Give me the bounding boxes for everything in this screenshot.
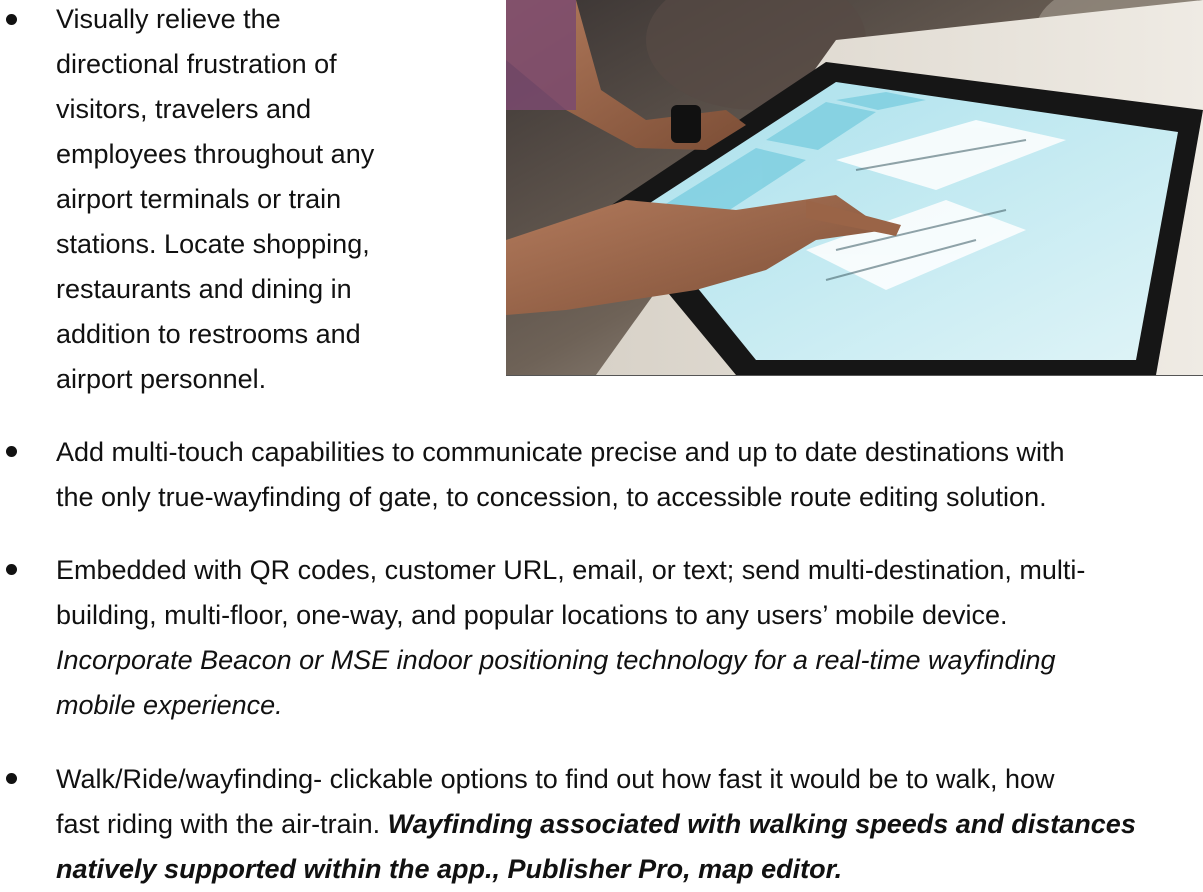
bullet-icon <box>6 446 17 457</box>
text-line: Visually relieve the <box>56 4 281 34</box>
text-line: visitors, travelers and <box>56 94 312 124</box>
bullet-text: Embedded with QR codes, customer URL, em… <box>56 548 1085 728</box>
text-line: employees throughout any <box>56 139 375 169</box>
bullet-icon <box>6 14 17 25</box>
italic-text-line: mobile experience. <box>56 690 283 720</box>
text-line: restaurants and dining in <box>56 274 352 304</box>
bullet-icon <box>6 564 17 575</box>
text-line: stations. Locate shopping, <box>56 229 370 259</box>
text-line: airport terminals or train <box>56 184 342 214</box>
text-line: airport personnel. <box>56 364 267 394</box>
bullet-text: Walk/Ride/wayfinding- clickable options … <box>56 757 1136 892</box>
text-line: Walk/Ride/wayfinding- clickable options … <box>56 764 1055 794</box>
bold-italic-text-span: Wayfinding associated with walking speed… <box>387 809 1136 839</box>
text-line: building, multi-floor, one-way, and popu… <box>56 600 1008 630</box>
bullet-text: Add multi-touch capabilities to communic… <box>56 430 1065 520</box>
touchscreen-kiosk-photo <box>506 0 1203 376</box>
bullet-text: Visually relieve the directional frustra… <box>56 0 374 402</box>
text-line: directional frustration of <box>56 49 337 79</box>
italic-text-line: Incorporate Beacon or MSE indoor positio… <box>56 645 1056 675</box>
text-line: addition to restrooms and <box>56 319 361 349</box>
text-line: fast riding with the air-train. Wayfindi… <box>56 802 1136 847</box>
bold-italic-text-line: natively supported within the app., Publ… <box>56 854 843 884</box>
text-line: the only true-wayfinding of gate, to con… <box>56 482 1047 512</box>
bullet-icon <box>6 773 17 784</box>
text-line: Add multi-touch capabilities to communic… <box>56 437 1065 467</box>
plain-text-span: fast riding with the air-train. <box>56 809 388 839</box>
text-line: Embedded with QR codes, customer URL, em… <box>56 555 1086 585</box>
